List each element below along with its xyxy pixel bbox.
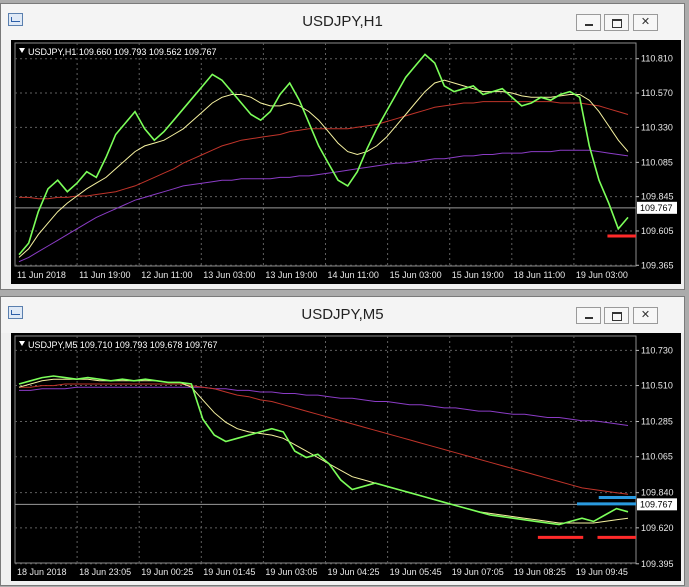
ma-slow-line: [18, 149, 629, 263]
close-icon: ✕: [640, 309, 651, 321]
y-tick-label: 110.730: [641, 345, 673, 355]
x-tick-label: 15 Jun 19:00: [452, 270, 504, 280]
close-icon: ✕: [640, 16, 651, 28]
close-button[interactable]: ✕: [633, 307, 658, 324]
x-tick-label: 19 Jun 07:05: [452, 567, 504, 577]
price-chart-h1[interactable]: 11 Jun 2018 11 Jun 19:00 12 Jun 11:00 13 Ju…: [11, 40, 681, 284]
x-tick-label: 18 Jun 2018: [17, 567, 67, 577]
chart-svg[interactable]: 18 Jun 2018 18 Jun 23:05 19 Jun 00:25 19 Ju…: [11, 333, 681, 581]
y-tick-label: 109.620: [641, 523, 674, 533]
ma-fast-line: [18, 378, 629, 524]
x-tick-label: 19 Jun 01:45: [203, 567, 255, 577]
minimize-icon: [585, 24, 593, 26]
price-chart-m5[interactable]: 18 Jun 2018 18 Jun 23:05 19 Jun 00:25 19 Ju…: [11, 333, 681, 581]
y-tick-label: 110.085: [641, 157, 673, 167]
x-tick-label: 11 Jun 19:00: [79, 270, 130, 280]
x-tick-label: 19 Jun 03:05: [265, 567, 317, 577]
close-button[interactable]: ✕: [633, 14, 658, 31]
window-titlebar[interactable]: USDJPY,M5 ✕: [1, 297, 684, 333]
maximize-button[interactable]: [604, 14, 629, 31]
ma-mid-line: [19, 383, 629, 495]
y-tick-label: 110.510: [641, 381, 673, 391]
chart-info-label: USDJPY,M5 109.710 109.793 109.678 109.76…: [28, 340, 217, 350]
x-tick-label: 19 Jun 08:25: [514, 567, 566, 577]
y-tick-label: 109.845: [641, 192, 674, 202]
y-tick-label: 110.065: [641, 452, 673, 462]
window-titlebar[interactable]: USDJPY,H1 ✕: [1, 4, 684, 40]
y-tick-label: 109.605: [641, 226, 674, 236]
minimize-button[interactable]: [576, 307, 601, 324]
x-tick-label: 19 Jun 00:25: [141, 567, 193, 577]
plot-border: [14, 335, 637, 564]
maximize-icon: [612, 19, 622, 28]
y-tick-label: 110.285: [641, 417, 673, 427]
x-tick-label: 19 Jun 05:45: [390, 567, 442, 577]
ma-slow-line: [19, 386, 629, 426]
x-tick-label: 12 Jun 11:00: [141, 270, 192, 280]
chart-menu-triangle-icon: [19, 341, 25, 346]
chart-window-h1[interactable]: USDJPY,H1 ✕ 11 Jun 2018 11 Jun 19:00 12 Ju…: [0, 3, 685, 290]
current-price-label: 109.767: [640, 203, 673, 213]
chart-info-label: USDJPY,H1 109.660 109.793 109.562 109.76…: [28, 47, 217, 57]
x-tick-label: 19 Jun 04:25: [328, 567, 380, 577]
maximize-icon: [612, 312, 622, 321]
minimize-button[interactable]: [576, 14, 601, 31]
y-tick-label: 109.395: [641, 559, 674, 569]
price-line: [18, 375, 629, 526]
chart-svg[interactable]: 11 Jun 2018 11 Jun 19:00 12 Jun 11:00 13 Ju…: [11, 40, 681, 284]
y-tick-label: 110.570: [641, 88, 673, 98]
y-tick-label: 110.330: [641, 122, 673, 132]
y-tick-label: 110.810: [641, 54, 673, 64]
x-tick-label: 13 Jun 03:00: [203, 270, 255, 280]
minimize-icon: [585, 317, 593, 319]
x-tick-label: 18 Jun 23:05: [79, 567, 131, 577]
y-tick-label: 109.365: [641, 260, 674, 270]
x-tick-label: 19 Jun 09:45: [576, 567, 628, 577]
x-tick-label: 13 Jun 19:00: [265, 270, 317, 280]
y-tick-label: 109.840: [641, 488, 674, 498]
x-tick-label: 18 Jun 11:00: [514, 270, 565, 280]
x-tick-label: 11 Jun 2018: [17, 270, 66, 280]
x-tick-label: 14 Jun 11:00: [328, 270, 379, 280]
ma-mid-line: [19, 101, 629, 200]
chart-menu-triangle-icon: [19, 48, 25, 53]
chart-window-m5[interactable]: USDJPY,M5 ✕ 18 Jun 2018 18 Jun 23:05 19 Ju…: [0, 296, 685, 586]
x-tick-label: 19 Jun 03:00: [576, 270, 628, 280]
current-price-label: 109.767: [640, 499, 673, 509]
maximize-button[interactable]: [604, 307, 629, 324]
x-tick-label: 15 Jun 03:00: [390, 270, 442, 280]
price-line: [18, 53, 629, 256]
